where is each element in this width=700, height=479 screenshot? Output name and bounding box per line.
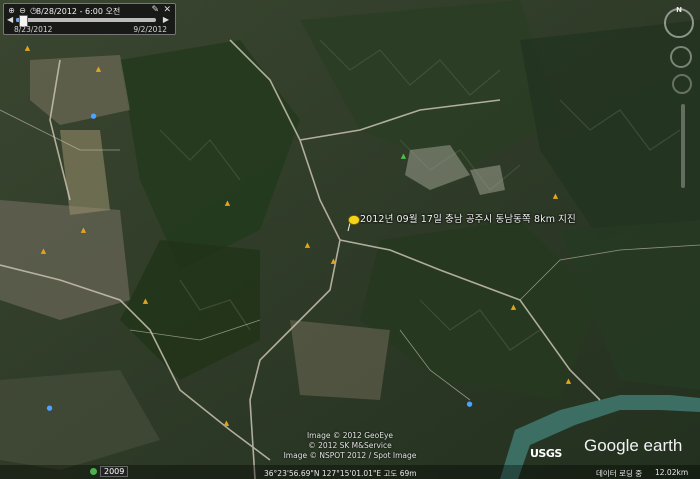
placemark-label[interactable]: 2012년 09월 17일 충남 공주시 동남동쪽 8km 지진: [360, 211, 576, 225]
hotel-marker-icon[interactable]: ▲: [223, 420, 230, 427]
time-slider-track[interactable]: [16, 15, 156, 27]
map-viewport[interactable]: ▲ ▲ ▲ ▲ ▲ ▲ ▲ ▲ ▲ ▲ ▲ ▲ ▲ ● ● ● 2012년 09…: [0, 0, 700, 479]
satellite-terrain[interactable]: [0, 0, 700, 479]
hotel-marker-icon[interactable]: ▲: [224, 200, 231, 207]
info-marker-icon[interactable]: ●: [90, 113, 97, 120]
close-icon[interactable]: ✕: [163, 5, 171, 15]
historical-imagery-icon[interactable]: [90, 468, 97, 475]
time-slider-end: 9/2/2012: [133, 25, 167, 34]
streaming-status: 데이터 로딩 중: [596, 469, 643, 478]
wrench-icon[interactable]: ✎: [151, 5, 159, 15]
hotel-marker-icon[interactable]: ▲: [142, 298, 149, 305]
compass-ring[interactable]: N: [664, 6, 694, 38]
hotel-marker-icon[interactable]: ▲: [40, 248, 47, 255]
time-slider-start: 8/23/2012: [14, 25, 53, 34]
info-marker-icon[interactable]: ●: [46, 405, 53, 412]
google-earth-logo: Google earth: [584, 436, 683, 455]
time-slider-current-date: 8/28/2012 - 6:00 오전: [36, 7, 121, 16]
imagery-date[interactable]: 2009: [100, 466, 129, 477]
hotel-marker-icon[interactable]: ▲: [330, 258, 337, 265]
info-marker-icon[interactable]: ●: [466, 401, 473, 408]
north-indicator[interactable]: N: [676, 6, 682, 14]
move-joystick-icon[interactable]: [672, 74, 692, 94]
step-forward-icon[interactable]: ▶: [163, 15, 169, 24]
park-marker-icon[interactable]: ▲: [400, 153, 407, 160]
hotel-marker-icon[interactable]: ▲: [552, 193, 559, 200]
hotel-marker-icon[interactable]: ▲: [95, 66, 102, 73]
zoom-slider[interactable]: [681, 104, 685, 188]
pushpin-icon[interactable]: [346, 214, 360, 232]
time-slider[interactable]: ⊕ ⊖ ◷ 8/28/2012 - 6:00 오전 ✎ ✕ ◀ ▶ 8/23/2…: [3, 3, 176, 35]
usgs-logo: USGS: [530, 447, 562, 460]
hotel-marker-icon[interactable]: ▲: [565, 378, 572, 385]
hotel-marker-icon[interactable]: ▲: [24, 45, 31, 52]
hotel-marker-icon[interactable]: ▲: [510, 304, 517, 311]
status-bar: 2009 36°23'56.69"N 127°15'01.01"E 고도 69m…: [0, 465, 700, 479]
pointer-coordinates: 36°23'56.69"N 127°15'01.01"E 고도 69m: [264, 469, 417, 478]
step-back-icon[interactable]: ◀: [7, 15, 13, 24]
zoom-in-time-icon[interactable]: ⊕: [7, 6, 16, 15]
hotel-marker-icon[interactable]: ▲: [304, 242, 311, 249]
hotel-marker-icon[interactable]: ▲: [80, 227, 87, 234]
look-joystick-icon[interactable]: [670, 46, 692, 68]
eye-altitude: 12.02km: [655, 468, 689, 477]
zoom-out-time-icon[interactable]: ⊖: [18, 6, 27, 15]
